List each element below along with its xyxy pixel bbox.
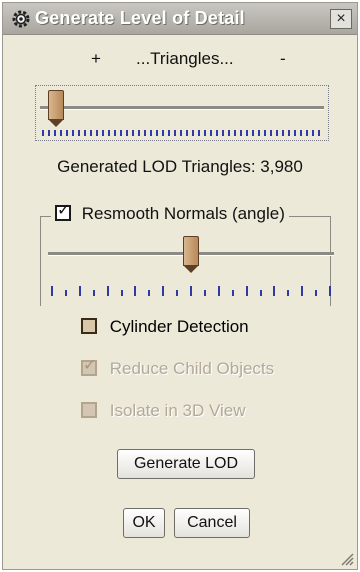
- isolate-3d-view-label: Isolate in 3D View: [109, 401, 246, 420]
- cylinder-detection-label: Cylinder Detection: [109, 317, 249, 336]
- tick-mark: [287, 290, 290, 296]
- tick-mark: [51, 286, 53, 296]
- tick-mark: [176, 290, 179, 296]
- tick-mark: [315, 290, 318, 296]
- tick-mark: [148, 290, 151, 296]
- generate-lod-button[interactable]: Generate LOD: [117, 449, 255, 479]
- resmooth-slider-ticks: [51, 286, 331, 296]
- fewer-triangles-label: -: [280, 49, 286, 68]
- tick-mark: [231, 290, 234, 296]
- tick-mark: [273, 286, 276, 296]
- triangles-slider-track: [40, 106, 324, 110]
- triangles-slider-thumb[interactable]: [48, 90, 65, 127]
- tick-mark: [106, 286, 109, 296]
- resize-grip-icon[interactable]: [340, 552, 354, 566]
- resmooth-slider-thumb[interactable]: [183, 236, 199, 273]
- tick-mark: [134, 286, 137, 296]
- close-icon: ×: [336, 10, 346, 27]
- tick-mark: [64, 290, 67, 296]
- reduce-child-objects-checkbox[interactable]: ✓: [81, 357, 97, 376]
- resmooth-checkbox-row[interactable]: ✓ Resmooth Normals (angle): [51, 202, 289, 228]
- tick-mark: [78, 286, 81, 296]
- option-isolate-3d-view[interactable]: Isolate in 3D View: [81, 401, 246, 423]
- option-reduce-child-objects[interactable]: ✓ Reduce Child Objects: [81, 357, 275, 381]
- cylinder-detection-checkbox[interactable]: [81, 318, 97, 334]
- tick-mark: [203, 290, 206, 296]
- checkmark-icon: ✓: [57, 202, 71, 219]
- tick-mark: [301, 286, 304, 296]
- tick-mark: [259, 290, 262, 296]
- more-triangles-label: +: [91, 49, 101, 68]
- title-bar[interactable]: Generate Level of Detail ×: [3, 3, 357, 35]
- cancel-button[interactable]: Cancel: [174, 508, 250, 538]
- tick-mark: [245, 286, 248, 296]
- triangles-header: + ...Triangles... -: [3, 49, 357, 71]
- tick-mark: [217, 286, 220, 296]
- tick-mark: [92, 290, 95, 296]
- triangles-slider-ticks: [42, 130, 322, 136]
- window-title: Generate Level of Detail: [35, 8, 245, 28]
- option-cylinder-detection[interactable]: Cylinder Detection: [81, 317, 249, 339]
- dialog-window: Generate Level of Detail × + ...Triangle…: [2, 2, 358, 570]
- triangles-slider[interactable]: [35, 85, 329, 141]
- tick-mark: [120, 290, 123, 296]
- tick-mark: [190, 286, 192, 296]
- triangles-label: ...Triangles...: [136, 49, 234, 68]
- lod-triangle-count: Generated LOD Triangles: 3,980: [57, 157, 303, 176]
- reduce-child-objects-label: Reduce Child Objects: [109, 359, 275, 378]
- checkmark-icon: ✓: [83, 357, 97, 374]
- tick-mark: [162, 286, 165, 296]
- isolate-3d-view-checkbox[interactable]: [81, 402, 97, 418]
- resmooth-checkbox[interactable]: ✓: [55, 202, 71, 221]
- gear-icon: [12, 10, 30, 28]
- tick-mark: [329, 286, 331, 296]
- ok-button[interactable]: OK: [123, 508, 165, 538]
- close-button[interactable]: ×: [330, 9, 352, 29]
- resmooth-label: Resmooth Normals (angle): [81, 204, 285, 223]
